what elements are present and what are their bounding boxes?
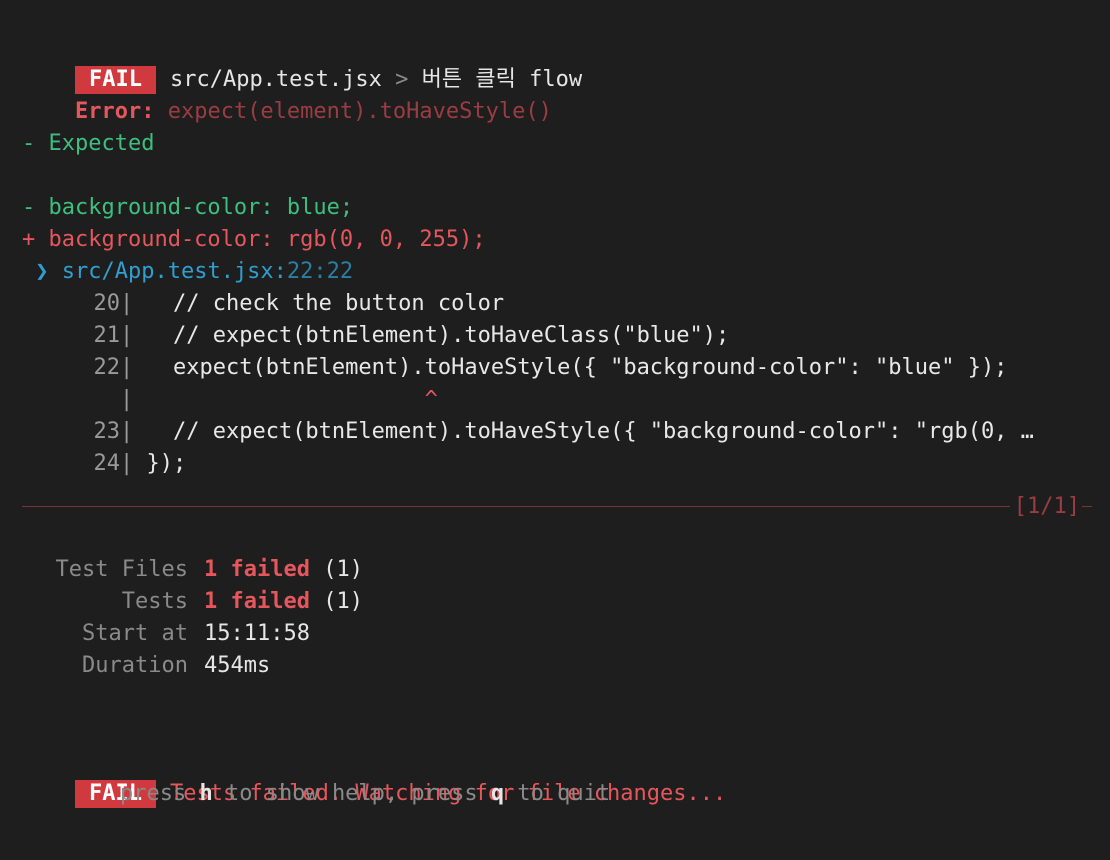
gutter-pipe: |: [120, 387, 134, 412]
code-line: 20| // check the button color: [22, 288, 1092, 320]
code-line: 21| // expect(btnElement).toHaveClass("b…: [22, 320, 1092, 352]
summary-label: Test Files: [55, 557, 188, 582]
gutter-pipe: |: [120, 419, 134, 444]
test-header: FAIL src/App.test.jsx > 버튼 클릭 flow: [22, 32, 1092, 94]
summary-start-at: Start at 15:11:58: [22, 618, 1092, 650]
summary-value: 15:11:58: [204, 621, 310, 646]
code-text: // check the button color: [133, 291, 505, 316]
diff-minus-line: - background-color: blue;: [22, 195, 354, 220]
test-summary: Test Files 1 failed (1) Tests 1 failed (1)…: [22, 554, 1092, 682]
help-text: to quit: [504, 781, 611, 806]
summary-test-files: Test Files 1 failed (1): [22, 554, 1092, 586]
line-number: 22: [93, 355, 121, 380]
line-number: 21: [93, 323, 121, 348]
summary-label: Tests: [121, 589, 188, 614]
help-text: to show help, press: [212, 781, 491, 806]
watch-status-line: FAIL Tests failed. Watching for file chan…: [22, 746, 1092, 808]
summary-tests: Tests 1 failed (1): [22, 586, 1092, 618]
summary-value: 454ms: [204, 653, 271, 678]
code-line: 24| });: [22, 448, 1092, 480]
code-text: // expect(btnElement).toHaveStyle({ "bac…: [133, 419, 1034, 444]
code-text: });: [133, 451, 187, 476]
gutter-pipe: |: [120, 451, 134, 476]
diff-expected-header: - Expected: [22, 131, 155, 156]
summary-label: Start at: [82, 621, 188, 646]
gutter-pipe: |: [120, 355, 134, 380]
error-location: ❯ src/App.test.jsx:22:22: [22, 256, 1092, 288]
help-key-h[interactable]: h: [199, 781, 212, 806]
separator-rule: [22, 505, 1010, 507]
code-text: // expect(btnElement).toHaveClass("blue"…: [133, 323, 730, 348]
summary-duration: Duration 454ms: [22, 650, 1092, 682]
fail-badge: FAIL: [74, 66, 156, 94]
summary-failed-count: 1 failed: [204, 557, 310, 582]
code-line: 23| // expect(btnElement).toHaveStyle({ …: [22, 416, 1092, 448]
help-text: press: [120, 781, 200, 806]
help-hint-line: press h to show help, press q to quit: [22, 778, 1092, 810]
location-file: src/App.test.jsx:: [61, 259, 287, 284]
terminal-output: FAIL src/App.test.jsx > 버튼 클릭 flow Error:…: [22, 32, 1092, 810]
code-caret-line: | ^: [22, 384, 1092, 416]
summary-label: Duration: [82, 653, 188, 678]
gutter-pipe: |: [120, 323, 134, 348]
diff-plus-line: + background-color: rgb(0, 0, 255);: [22, 227, 486, 252]
error-message: expect(element).toHaveStyle(): [167, 99, 552, 124]
error-caret: ^: [424, 387, 438, 412]
summary-total: (1): [323, 557, 363, 582]
code-line: 22| expect(btnElement).toHaveStyle({ "ba…: [22, 352, 1092, 384]
line-number: 24: [93, 451, 121, 476]
error-counter: [1/1]: [1013, 493, 1080, 519]
line-number: 23: [93, 419, 121, 444]
summary-failed-count: 1 failed: [204, 589, 310, 614]
location-position: 22:22: [286, 259, 354, 284]
chevron-right-icon: ❯: [35, 259, 49, 284]
code-text: expect(btnElement).toHaveStyle({ "backgr…: [133, 355, 1008, 380]
gutter-pipe: |: [120, 291, 134, 316]
test-file-path: src/App.test.jsx: [169, 67, 382, 92]
breadcrumb-separator: >: [395, 67, 409, 92]
error-label: Error:: [74, 99, 155, 124]
separator-tail: [1082, 505, 1092, 507]
line-number: 20: [93, 291, 121, 316]
test-name: 버튼 클릭 flow: [421, 67, 583, 92]
error-separator: [1/1]: [22, 490, 1092, 522]
quit-key-q[interactable]: q: [491, 781, 504, 806]
summary-total: (1): [323, 589, 363, 614]
